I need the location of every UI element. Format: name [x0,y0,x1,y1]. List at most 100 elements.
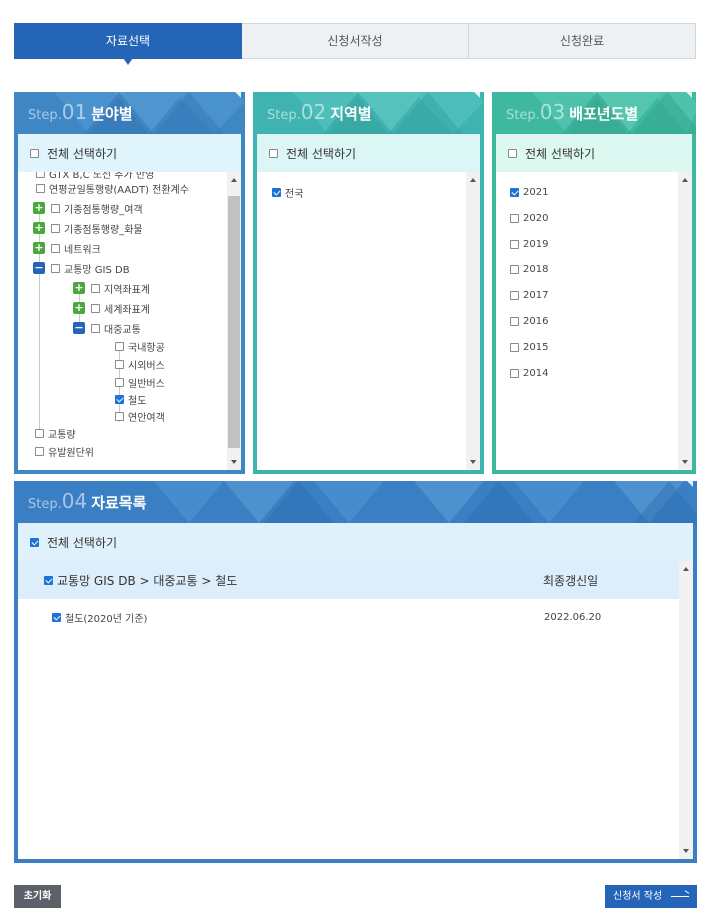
step2-select-all-checkbox[interactable] [269,148,278,158]
tree-item[interactable]: − 교통망 GIS DB [33,261,130,276]
tree-item-label: 일반버스 [128,378,165,390]
tree-item-checkbox[interactable] [115,394,124,404]
region-item-checkbox[interactable] [272,187,281,197]
tree-item-checkbox[interactable] [91,283,100,293]
step3-select-all[interactable]: 전체 선택하기 [496,134,692,172]
tree-item[interactable]: 유발원단위 [35,444,94,459]
scroll-up-icon[interactable] [683,567,689,571]
write-application-button[interactable]: 신청서 작성 [605,885,697,908]
step3-select-all-checkbox[interactable] [508,148,517,158]
tree-item-checkbox[interactable] [115,377,124,387]
collapse-icon[interactable]: − [73,322,85,334]
year-item-checkbox[interactable] [510,239,519,249]
tree-item[interactable]: 철도 [115,392,146,407]
tree-item[interactable]: − 대중교통 [73,321,141,336]
year-item-checkbox[interactable] [510,213,519,223]
tab-data-selection[interactable]: 자료선택 [14,23,242,65]
expand-icon[interactable]: + [73,282,85,294]
expand-icon[interactable]: + [73,302,85,314]
tree-item[interactable]: + 기종점통행량_여객 [33,201,143,216]
tree-item[interactable]: GTX B,C 노선 추가 반영 [36,172,154,181]
year-item[interactable]: 2014 [510,366,548,380]
year-item[interactable]: 2017 [510,288,548,302]
year-item-label: 2017 [523,289,549,301]
year-item-checkbox[interactable] [510,187,519,197]
step4-select-all[interactable]: 전체 선택하기 [18,523,693,561]
table-group-header: 교통망 GIS DB > 대중교통 > 철도 최종갱신일 [18,561,679,599]
tree-item-checkbox[interactable] [51,243,60,253]
tree-item[interactable]: + 기종점통행량_화물 [33,221,143,236]
arrow-right-icon [671,896,689,897]
tree-item-checkbox[interactable] [115,359,124,369]
scrollbar-thumb[interactable] [228,196,240,448]
tree-item-checkbox[interactable] [35,446,44,456]
year-item-checkbox[interactable] [510,316,519,326]
tab-application-complete[interactable]: 신청완료 [469,23,696,59]
tree-item-checkbox[interactable] [91,303,100,313]
scroll-down-icon[interactable] [470,460,476,464]
tree-item[interactable]: + 지역좌표계 [73,281,150,296]
step4-select-all-checkbox[interactable] [30,537,39,547]
scroll-up-icon[interactable] [682,178,688,182]
step4-select-all-label: 전체 선택하기 [47,535,118,550]
reset-button[interactable]: 초기화 [14,885,61,908]
year-item-checkbox[interactable] [510,368,519,378]
tab-application-form[interactable]: 신청서작성 [242,23,469,59]
step4-scrollbar[interactable] [679,561,693,859]
step3-list: 2021 2020 2019 2018 2017 2016 2015 2014 [496,172,692,470]
tree-item-checkbox[interactable] [115,341,124,351]
region-item[interactable]: 전국 [272,185,303,200]
tree-item[interactable]: 일반버스 [115,375,165,390]
tree-item[interactable]: + 네트워크 [33,241,101,256]
tree-item-label: 세계좌표계 [104,304,150,316]
step4-title-text: 자료목록 [91,494,147,512]
year-item-checkbox[interactable] [510,342,519,352]
tree-item-checkbox[interactable] [51,223,60,233]
scroll-up-icon[interactable] [470,178,476,182]
tree-item[interactable]: 연안여객 [115,409,165,424]
expand-icon[interactable]: + [33,242,45,254]
year-item-label: 2020 [523,212,549,224]
step2-select-all[interactable]: 전체 선택하기 [257,134,480,172]
scroll-up-icon[interactable] [231,178,237,182]
year-item[interactable]: 2016 [510,314,548,328]
step1-select-all-checkbox[interactable] [30,148,39,158]
tree-item[interactable]: + 세계좌표계 [73,301,150,316]
group-checkbox[interactable] [44,575,53,585]
year-item[interactable]: 2015 [510,340,548,354]
year-item[interactable]: 2020 [510,211,548,225]
step1-select-all[interactable]: 전체 선택하기 [18,134,241,172]
scroll-down-icon[interactable] [682,460,688,464]
step2-scrollbar[interactable] [466,172,480,470]
collapse-icon[interactable]: − [33,262,45,274]
year-item[interactable]: 2018 [510,262,548,276]
scroll-down-icon[interactable] [231,460,237,464]
row-checkbox[interactable] [52,612,61,622]
tree-item-checkbox[interactable] [36,183,45,193]
tree-item-checkbox[interactable] [51,203,60,213]
year-item-checkbox[interactable] [510,290,519,300]
step3-scrollbar[interactable] [678,172,692,470]
year-item-checkbox[interactable] [510,264,519,274]
date-column-header: 최종갱신일 [543,573,599,588]
tree-item[interactable]: 시외버스 [115,357,165,372]
expand-icon[interactable]: + [33,202,45,214]
year-item-label: 2016 [523,315,549,327]
year-item[interactable]: 2019 [510,237,548,251]
tree-item[interactable]: 연평균일통행량(AADT) 전환계수 [36,181,189,196]
tree-item-checkbox[interactable] [51,263,60,273]
step1-scrollbar[interactable] [227,172,241,470]
tree-item-checkbox[interactable] [91,323,100,333]
tree-item[interactable]: 국내항공 [115,339,165,354]
expand-icon[interactable]: + [33,222,45,234]
scroll-down-icon[interactable] [683,849,689,853]
step4-table: 전체 선택하기 교통망 GIS DB > 대중교통 > 철도 최종갱신일 철도(… [18,523,693,859]
tree-item-checkbox[interactable] [36,172,45,178]
tree-item-checkbox[interactable] [115,411,124,421]
step4-step-label: Step. [28,497,62,512]
tree-item-checkbox[interactable] [35,428,44,438]
tree-item[interactable]: 교통량 [35,426,76,441]
table-row[interactable]: 철도(2020년 기준) 2022.06.20 [18,599,679,635]
progress-tabs: 자료선택 신청서작성 신청완료 [14,23,696,65]
year-item[interactable]: 2021 [510,185,548,199]
